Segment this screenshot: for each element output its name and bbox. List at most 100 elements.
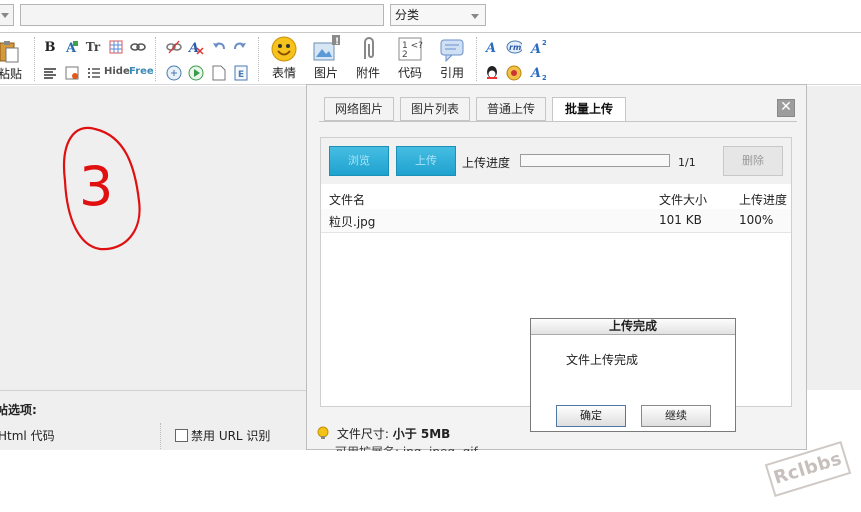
svg-text:!: ! xyxy=(335,37,339,47)
unlink-button[interactable] xyxy=(166,39,182,55)
annotation-number: 3 xyxy=(62,126,141,251)
link-icon xyxy=(130,43,146,51)
page-button[interactable] xyxy=(211,65,227,81)
bold-button[interactable]: B xyxy=(42,39,58,55)
alert-title: 上传完成 xyxy=(531,319,735,335)
toolbar-divider xyxy=(34,37,35,81)
index-icon: E xyxy=(234,65,248,81)
file-progress-cell: 100% xyxy=(739,213,774,227)
browse-button[interactable]: 浏览 xyxy=(329,146,389,176)
html-code-option[interactable]: Html 代码 xyxy=(0,427,55,444)
attachment-label: 附件 xyxy=(355,66,380,80)
qq-button[interactable] xyxy=(484,65,500,81)
paste-button[interactable]: 粘贴 xyxy=(0,37,24,81)
svg-text:2: 2 xyxy=(542,39,546,47)
upload-button[interactable]: 上传 xyxy=(396,146,456,176)
file-size-cell: 101 KB xyxy=(659,213,702,227)
toolbar-divider xyxy=(476,37,477,81)
image-upload-dialog: 网络图片 图片列表 普通上传 批量上传 ✕ 浏览 上传 上传进度 1/1 删除 … xyxy=(306,84,807,451)
tab-web-image[interactable]: 网络图片 xyxy=(324,97,394,121)
tab-image-list[interactable]: 图片列表 xyxy=(400,97,470,121)
flash-icon xyxy=(166,65,182,81)
hint-label: 文件尺寸: xyxy=(336,427,389,441)
remove-format-button[interactable]: A xyxy=(188,39,204,55)
flash-button[interactable] xyxy=(166,65,182,81)
undo-icon xyxy=(213,42,225,50)
confirm-button[interactable]: 确定 xyxy=(556,405,626,427)
subscript-icon: A2 xyxy=(530,66,546,81)
table-row[interactable]: 粒贝.jpg 101 KB 100% xyxy=(321,209,791,232)
list-button[interactable] xyxy=(86,65,102,81)
link-button[interactable] xyxy=(130,39,146,55)
smiley-label: 表情 xyxy=(271,66,296,80)
batch-upload-panel: 浏览 上传 上传进度 1/1 删除 文件名 文件大小 上传进度 粒贝.jpg 1… xyxy=(320,137,792,432)
svg-text:E: E xyxy=(238,70,244,80)
table-button[interactable] xyxy=(108,39,124,55)
category-select[interactable]: 分类 xyxy=(390,4,486,26)
code-button[interactable]: 1 <? 2 代码 xyxy=(390,35,430,83)
file-name-cell: 粒贝.jpg xyxy=(329,215,376,229)
font-style-icon: A xyxy=(484,41,496,55)
paperclip-icon xyxy=(354,35,382,63)
file-size-hint: 文件尺寸: 小于 5MB xyxy=(317,425,450,442)
quote-icon xyxy=(438,35,466,63)
font-color-button[interactable]: A xyxy=(64,39,80,55)
upload-complete-alert: 上传完成 文件上传完成 确定 继续 xyxy=(530,318,736,432)
font-style-button[interactable]: A xyxy=(484,39,500,55)
tab-normal-upload[interactable]: 普通上传 xyxy=(476,97,546,121)
svg-text:A: A xyxy=(530,42,541,55)
code-label: 代码 xyxy=(397,66,422,80)
delete-button[interactable]: 删除 xyxy=(723,146,783,176)
float-icon xyxy=(65,66,79,80)
chevron-down-icon xyxy=(1,13,9,18)
tab-batch-upload[interactable]: 批量上传 xyxy=(552,97,626,122)
disable-url-checkbox[interactable] xyxy=(175,429,188,442)
index-button[interactable]: E xyxy=(233,65,249,81)
lightbulb-icon xyxy=(317,426,329,439)
qq-icon xyxy=(487,66,497,79)
image-label: 图片 xyxy=(313,66,338,80)
quote-button[interactable]: 引用 xyxy=(432,35,472,83)
undo-button[interactable] xyxy=(211,39,227,55)
extension-hint: 可用扩展名: jpg, jpeg, gif xyxy=(335,443,478,451)
disable-url-label: 禁用 URL 识别 xyxy=(191,429,271,443)
free-button[interactable]: Free xyxy=(129,66,154,77)
rm-button[interactable]: rm xyxy=(506,39,522,55)
unlink-icon xyxy=(166,40,182,54)
align-button[interactable] xyxy=(42,65,58,81)
superscript-button[interactable]: A2 xyxy=(530,39,546,55)
hide-label: Hide xyxy=(104,66,130,77)
bold-glyph: B xyxy=(44,39,56,55)
music-button[interactable] xyxy=(506,65,522,81)
options-title: 帖选项: xyxy=(0,403,37,417)
subject-input[interactable] xyxy=(20,4,384,26)
annotation-label: 3 xyxy=(79,155,113,218)
category-select-label: 分类 xyxy=(395,8,420,22)
svg-text:2: 2 xyxy=(542,74,546,81)
font-size-button[interactable]: Tr xyxy=(85,39,101,55)
align-icon xyxy=(44,68,56,79)
type-dropdown[interactable] xyxy=(0,4,14,26)
upload-controls: 浏览 上传 上传进度 1/1 删除 xyxy=(321,138,791,184)
font-color-icon: A xyxy=(65,41,78,55)
float-button[interactable] xyxy=(64,65,80,81)
smiley-button[interactable]: 表情 xyxy=(264,35,304,83)
svg-text:A: A xyxy=(484,41,496,55)
close-button[interactable]: ✕ xyxy=(777,99,795,117)
subscript-button[interactable]: A2 xyxy=(530,65,546,81)
smiley-icon xyxy=(270,35,298,63)
chevron-down-icon xyxy=(471,14,479,19)
editor-toolbar: 粘贴 B A Tr Hide Free A E 表情 ! 图片 附件 1 <? … xyxy=(0,33,861,85)
attachment-button[interactable]: 附件 xyxy=(348,35,388,83)
font-size-glyph: Tr xyxy=(85,40,101,54)
redo-button[interactable] xyxy=(232,39,248,55)
tab-underline xyxy=(319,121,797,122)
music-icon xyxy=(506,65,522,81)
hint-value: 小于 5MB xyxy=(392,427,451,441)
image-button[interactable]: ! 图片 xyxy=(306,35,346,83)
hide-button[interactable]: Hide xyxy=(104,66,130,77)
svg-text:rm: rm xyxy=(509,43,521,52)
media-button[interactable] xyxy=(188,65,204,81)
continue-button[interactable]: 继续 xyxy=(641,405,711,427)
free-label: Free xyxy=(129,66,154,77)
